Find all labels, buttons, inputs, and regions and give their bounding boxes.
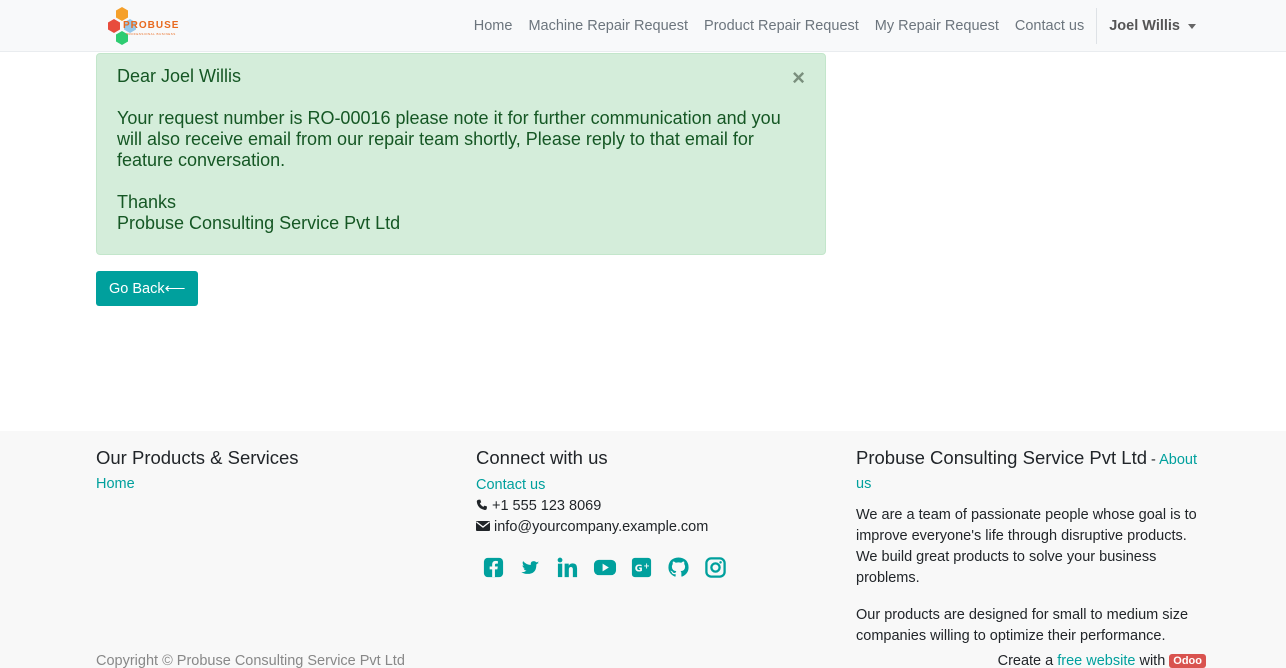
facebook-icon[interactable] <box>482 556 505 579</box>
user-menu-dropdown[interactable]: Joel Willis <box>1101 18 1204 34</box>
alert-thanks: Thanks <box>117 192 177 212</box>
footer-products: Our Products & Services Home <box>96 447 299 492</box>
svg-text:+: + <box>643 561 649 570</box>
email-text: info@yourcompany.example.com <box>494 519 709 535</box>
phone-icon <box>476 499 487 511</box>
footer-about: Probuse Consulting Service Pvt Ltd - Abo… <box>856 447 1206 647</box>
about-paragraph-1: We are a team of passionate people whose… <box>856 507 1197 586</box>
create-website-text: Create a free website with Odoo <box>998 653 1206 668</box>
linkedin-icon[interactable] <box>556 556 579 579</box>
logo-subtext: PROFESSIONAL BUSINESS <box>126 32 176 36</box>
logo-text: PROBUSE <box>123 20 180 31</box>
success-alert: × Dear Joel Willis Your request number i… <box>96 53 826 255</box>
free-website-link[interactable]: free website <box>1057 653 1135 668</box>
footer-connect-heading: Connect with us <box>476 447 608 468</box>
odoo-badge[interactable]: Odoo <box>1169 654 1206 668</box>
nav-contact-us[interactable]: Contact us <box>1007 18 1092 34</box>
instagram-icon[interactable] <box>704 556 727 579</box>
probuse-logo[interactable]: PROBUSE PROFESSIONAL BUSINESS <box>106 7 180 45</box>
close-icon[interactable]: × <box>792 67 805 89</box>
footer-separator: - <box>1147 452 1160 468</box>
footer: Our Products & Services Home Connect wit… <box>0 431 1286 668</box>
footer-email: info@yourcompany.example.com <box>476 517 727 538</box>
about-paragraph-2: Our products are designed for small to m… <box>856 607 1189 644</box>
twitter-icon[interactable] <box>519 556 542 579</box>
alert-signature: Probuse Consulting Service Pvt Ltd <box>117 213 401 233</box>
footer-contact-link[interactable]: Contact us <box>476 477 545 493</box>
footer-home-link[interactable]: Home <box>96 476 135 492</box>
alert-message: Your request number is RO-00016 please n… <box>117 108 781 170</box>
user-name: Joel Willis <box>1109 18 1180 34</box>
nav-divider <box>1096 8 1098 44</box>
github-icon[interactable] <box>667 556 690 579</box>
envelope-icon <box>476 521 490 531</box>
footer-company-name: Probuse Consulting Service Pvt Ltd <box>856 447 1148 468</box>
svg-text:G: G <box>635 563 643 574</box>
social-links: G + <box>482 556 727 579</box>
nav-home[interactable]: Home <box>466 18 521 34</box>
nav-product-repair-request[interactable]: Product Repair Request <box>696 18 867 34</box>
phone-text: +1 555 123 8069 <box>492 498 602 514</box>
footer-products-heading: Our Products & Services <box>96 447 299 468</box>
alert-greeting: Dear Joel Willis <box>117 66 242 86</box>
youtube-icon[interactable] <box>593 556 617 579</box>
nav-machine-repair-request[interactable]: Machine Repair Request <box>520 18 696 34</box>
go-back-button[interactable]: Go Back⟵ <box>96 271 199 306</box>
footer-connect: Connect with us Contact us +1 555 123 80… <box>476 447 727 579</box>
top-navbar: PROBUSE PROFESSIONAL BUSINESS Home Machi… <box>0 0 1286 52</box>
copyright-text: Copyright © Probuse Consulting Service P… <box>96 653 405 668</box>
chevron-down-icon <box>1188 23 1196 29</box>
footer-phone: +1 555 123 8069 <box>476 496 727 517</box>
nav-my-repair-request[interactable]: My Repair Request <box>867 18 1007 34</box>
google-plus-icon[interactable]: G + <box>630 556 653 579</box>
main-nav: Home Machine Repair Request Product Repa… <box>466 0 1204 52</box>
